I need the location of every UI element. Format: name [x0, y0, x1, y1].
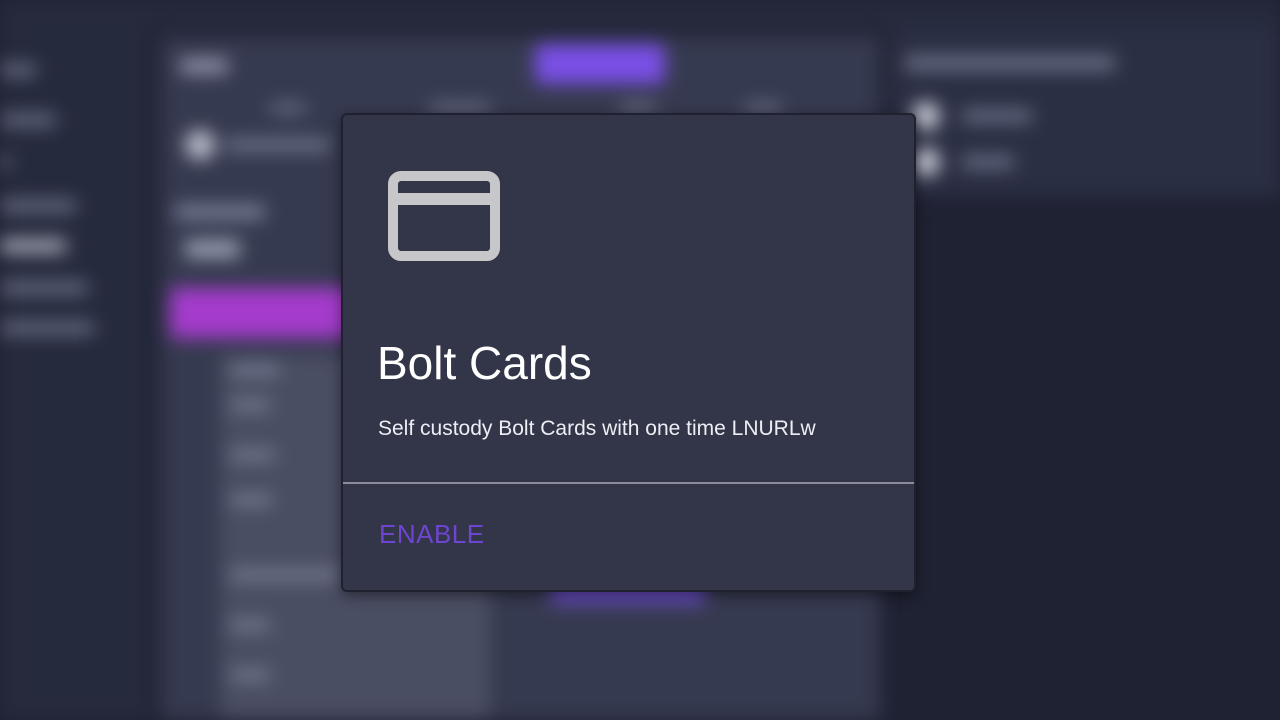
background-sidebar-line [0, 156, 10, 168]
background-sidebar-line [0, 114, 56, 126]
card-description: Self custody Bolt Cards with one time LN… [378, 417, 816, 440]
card-divider [343, 482, 914, 484]
background-topbar [0, 0, 1280, 28]
card-title: Bolt Cards [377, 337, 592, 389]
background-sidebar-line [0, 322, 94, 334]
background-sidebar [0, 28, 150, 720]
background-right-title [905, 56, 1115, 70]
background-title [180, 58, 228, 74]
background-list-row [230, 450, 275, 460]
background-tab [270, 104, 306, 112]
credit-card-icon-graphic [388, 171, 500, 261]
background-text [185, 240, 240, 258]
background-right-panel [890, 28, 1280, 196]
background-list-row [230, 570, 340, 580]
background-list-row [230, 670, 270, 680]
background-sidebar-line [0, 240, 66, 252]
background-purple-bar [170, 288, 370, 338]
background-list-row [230, 400, 270, 410]
background-list-row [230, 365, 280, 375]
screen: Bolt Cards Self custody Bolt Cards with … [0, 0, 1280, 720]
background-right-icon [912, 102, 940, 130]
background-list-row [230, 620, 270, 630]
credit-card-icon [388, 171, 500, 261]
background-button [535, 44, 665, 84]
background-sidebar-line [0, 282, 88, 294]
background-avatar [185, 130, 215, 160]
enable-button[interactable]: ENABLE [369, 511, 495, 557]
background-text [225, 140, 330, 150]
background-tab [745, 104, 781, 112]
background-sidebar-line [0, 64, 36, 76]
background-right-text [962, 110, 1032, 122]
background-text [175, 205, 265, 219]
background-right-icon [912, 148, 940, 176]
background-tab [620, 104, 656, 112]
background-tab [430, 104, 490, 112]
background-list-row [230, 495, 272, 505]
extension-card: Bolt Cards Self custody Bolt Cards with … [341, 113, 916, 592]
background-right-text [962, 156, 1014, 168]
background-sidebar-line [0, 200, 76, 212]
